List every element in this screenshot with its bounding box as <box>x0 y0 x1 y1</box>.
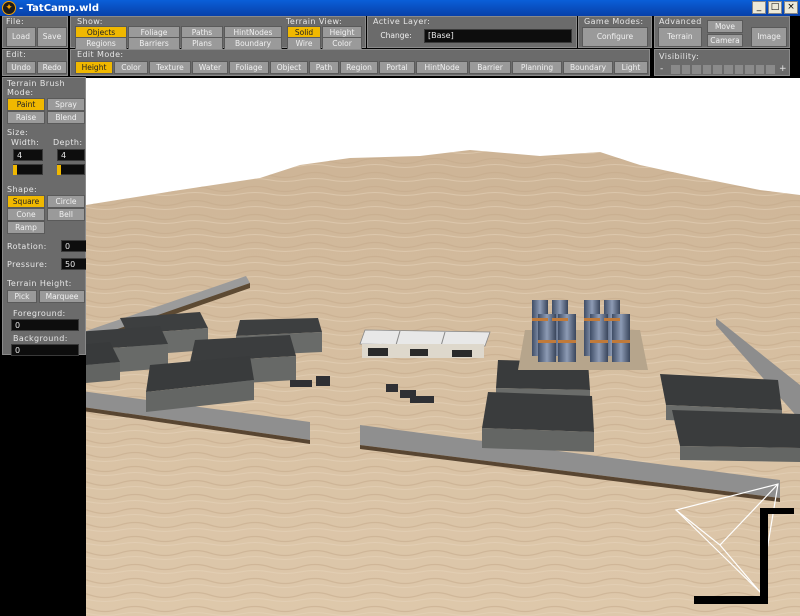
save-button[interactable]: Save <box>37 27 67 47</box>
edit-mode-label: Edit Mode: <box>77 50 124 59</box>
terrain-scene <box>86 78 800 616</box>
shape-label: Shape: <box>7 185 38 194</box>
edit-mode-panel: Edit Mode: Height Color Texture Water Fo… <box>70 49 650 76</box>
foreground-field[interactable]: 0 <box>11 319 79 331</box>
edit-mode-texture[interactable]: Texture <box>149 61 191 74</box>
advanced-image-button[interactable]: Image <box>751 27 787 47</box>
shape-ramp-button[interactable]: Ramp <box>7 221 45 234</box>
pressure-label: Pressure: <box>7 260 48 269</box>
edit-panel: Edit: Undo Redo <box>2 49 68 76</box>
terrain-height-label: Terrain Height: <box>7 279 72 288</box>
undo-button[interactable]: Undo <box>6 61 36 74</box>
building-8 <box>482 392 594 452</box>
configure-button[interactable]: Configure <box>582 27 648 47</box>
pick-height-button[interactable]: Pick <box>7 290 37 303</box>
brush-depth-slider[interactable] <box>57 164 85 175</box>
terrain-brush-panel: Terrain Brush Mode: Paint Spray Raise Bl… <box>2 77 87 356</box>
shape-bell-button[interactable]: Bell <box>47 208 85 221</box>
advanced-label: Advanced <box>659 17 702 26</box>
title-bar: ✦ - TatCamp.wld _ □ × <box>0 0 800 16</box>
redo-button[interactable]: Redo <box>37 61 67 74</box>
edit-mode-object[interactable]: Object <box>270 61 308 74</box>
3d-viewport[interactable] <box>86 78 800 616</box>
shape-square-button[interactable]: Square <box>7 195 45 208</box>
edit-mode-planning[interactable]: Planning <box>512 61 562 74</box>
brush-blend-button[interactable]: Blend <box>47 111 85 124</box>
advanced-panel: Advanced Terrain Move Camera Image <box>654 16 790 48</box>
brush-raise-button[interactable]: Raise <box>7 111 45 124</box>
close-button[interactable]: × <box>784 1 798 14</box>
visibility-panel: Visibility: - + <box>654 49 790 76</box>
load-button[interactable]: Load <box>6 27 36 47</box>
edit-mode-light[interactable]: Light <box>614 61 648 74</box>
terrain-view-label: Terrain View: <box>286 17 343 26</box>
visibility-increase-button[interactable]: + <box>779 64 787 74</box>
shape-cone-button[interactable]: Cone <box>7 208 45 221</box>
brush-depth-field[interactable]: 4 <box>57 149 85 161</box>
rotation-label: Rotation: <box>7 242 47 251</box>
depth-label: Depth: <box>53 138 83 147</box>
background-label: Background: <box>13 334 68 343</box>
shape-circle-button[interactable]: Circle <box>47 195 85 208</box>
width-label: Width: <box>11 138 40 147</box>
background-field[interactable]: 0 <box>11 344 79 356</box>
edit-mode-region[interactable]: Region <box>340 61 378 74</box>
visibility-label: Visibility: <box>659 52 700 61</box>
advanced-terrain-button[interactable]: Terrain <box>658 27 702 47</box>
app-logo-icon[interactable]: ✦ <box>2 1 16 15</box>
foreground-label: Foreground: <box>13 309 66 318</box>
visibility-decrease-button[interactable]: - <box>660 64 664 74</box>
show-label: Show: <box>77 17 103 26</box>
edit-mode-water[interactable]: Water <box>192 61 228 74</box>
terrain-brush-title: Terrain Brush <box>7 79 65 88</box>
edit-mode-color[interactable]: Color <box>114 61 148 74</box>
minimize-button[interactable]: _ <box>752 1 766 14</box>
game-modes-panel: Game Modes: Configure <box>578 16 652 48</box>
brush-width-slider[interactable] <box>13 164 43 175</box>
edit-label: Edit: <box>6 50 27 59</box>
game-modes-label: Game Modes: <box>584 17 644 26</box>
brush-width-slider-handle[interactable] <box>13 165 17 175</box>
edit-mode-barrier[interactable]: Barrier <box>469 61 511 74</box>
change-layer-button[interactable]: Change: <box>371 27 421 47</box>
brush-depth-slider-handle[interactable] <box>57 165 61 175</box>
window-title: - TatCamp.wld <box>19 2 99 14</box>
visibility-slider[interactable] <box>671 65 775 74</box>
marquee-button[interactable]: Marquee <box>39 290 85 303</box>
building-10 <box>672 410 800 462</box>
brush-paint-button[interactable]: Paint <box>7 98 45 111</box>
active-layer-panel: Active Layer: Change: [Base] <box>367 16 577 48</box>
edit-mode-boundary[interactable]: Boundary <box>563 61 613 74</box>
active-layer-field[interactable]: [Base] <box>424 29 572 43</box>
edit-mode-hintnode[interactable]: HintNode <box>416 61 468 74</box>
advanced-move-button[interactable]: Move <box>707 20 743 33</box>
rotation-field[interactable]: 0 <box>61 240 87 252</box>
size-label: Size: <box>7 128 29 137</box>
advanced-camera-button[interactable]: Camera <box>707 34 743 47</box>
edit-mode-foliage[interactable]: Foliage <box>229 61 269 74</box>
brush-spray-button[interactable]: Spray <box>47 98 85 111</box>
edit-mode-path[interactable]: Path <box>309 61 339 74</box>
show-panel: Show: Objects Foliage Paths HintNodes Re… <box>70 16 366 50</box>
pressure-field[interactable]: 50 <box>61 258 87 270</box>
edit-mode-portal[interactable]: Portal <box>379 61 415 74</box>
tents <box>359 329 491 358</box>
brush-mode-label: Mode: <box>7 88 34 97</box>
maximize-button[interactable]: □ <box>768 1 782 14</box>
edit-mode-height[interactable]: Height <box>75 61 113 74</box>
file-label: File: <box>6 17 25 26</box>
file-panel: File: Load Save <box>2 16 68 48</box>
brush-width-field[interactable]: 4 <box>13 149 43 161</box>
active-layer-label: Active Layer: <box>373 17 431 26</box>
